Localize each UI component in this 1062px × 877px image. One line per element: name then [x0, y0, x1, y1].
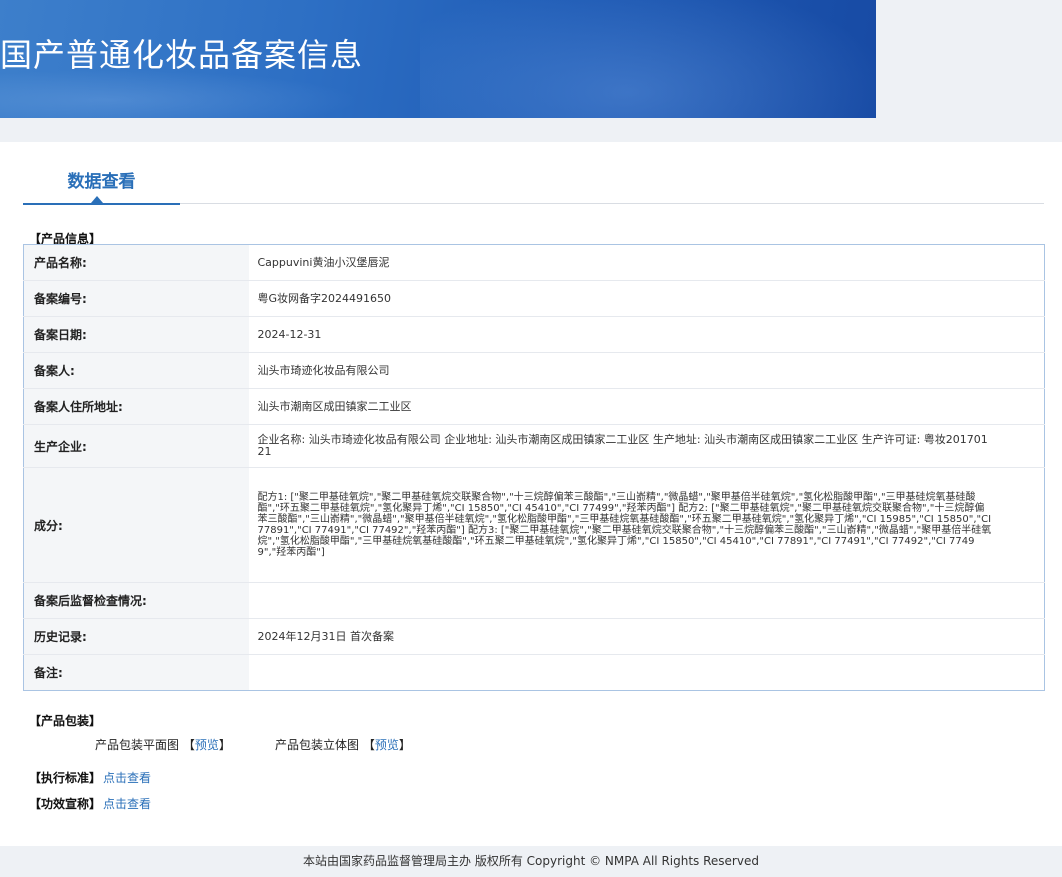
- tab-bar: 数据查看: [23, 158, 1044, 206]
- row-label: 生产企业:: [23, 424, 249, 468]
- table-row: 备案编号: 粤G妆网备字2024491650: [23, 280, 1045, 317]
- claims-view-link[interactable]: 点击查看: [103, 795, 151, 812]
- table-row: 备注:: [23, 654, 1045, 691]
- package-solid-item: 产品包装立体图 【预览】: [275, 736, 411, 753]
- row-value: 配方1: ["聚二甲基硅氧烷","聚二甲基硅氧烷交联聚合物","十三烷醇偏苯三酸…: [248, 467, 1045, 583]
- table-row: 生产企业: 企业名称: 汕头市琦迹化妆品有限公司 企业地址: 汕头市潮南区成田镇…: [23, 424, 1045, 468]
- row-label: 备案人:: [23, 352, 249, 389]
- row-label: 备案后监督检查情况:: [23, 582, 249, 619]
- row-value: 粤G妆网备字2024491650: [248, 280, 1045, 317]
- table-row: 备案人住所地址: 汕头市潮南区成田镇家二工业区: [23, 388, 1045, 425]
- bracket-close: 】: [218, 738, 231, 752]
- bracket-close: 】: [398, 738, 411, 752]
- page-title: 国产普通化妆品备案信息: [0, 36, 364, 74]
- standard-heading: 【执行标准】: [29, 771, 102, 785]
- row-label: 备案编号:: [23, 280, 249, 317]
- footer-copyright: 本站由国家药品监督管理局主办 版权所有 Copyright © NMPA All…: [303, 854, 759, 868]
- standard-view-link[interactable]: 点击查看: [103, 769, 151, 786]
- table-row: 产品名称: Cappuvini黄油小汉堡唇泥: [23, 244, 1045, 281]
- row-value: 2024年12月31日 首次备案: [248, 618, 1045, 655]
- table-row: 成分: 配方1: ["聚二甲基硅氧烷","聚二甲基硅氧烷交联聚合物","十三烷醇…: [23, 467, 1045, 583]
- table-row: 历史记录: 2024年12月31日 首次备案: [23, 618, 1045, 655]
- bracket-open: 【: [182, 738, 195, 752]
- table-row: 备案人: 汕头市琦迹化妆品有限公司: [23, 352, 1045, 389]
- row-label: 备案日期:: [23, 316, 249, 353]
- row-label: 备注:: [23, 654, 249, 691]
- row-value: 2024-12-31: [248, 316, 1045, 353]
- bracket-open: 【: [362, 738, 375, 752]
- row-value: 汕头市潮南区成田镇家二工业区: [248, 388, 1045, 425]
- claims-heading: 【功效宣称】: [29, 797, 102, 811]
- table-row: 备案日期: 2024-12-31: [23, 316, 1045, 353]
- package-flat-preview-link[interactable]: 预览: [195, 738, 219, 752]
- tab-data-view-label: 数据查看: [67, 172, 136, 192]
- package-flat-label: 产品包装平面图: [95, 738, 180, 752]
- row-value: 企业名称: 汕头市琦迹化妆品有限公司 企业地址: 汕头市潮南区成田镇家二工业区 …: [248, 424, 1045, 468]
- row-value: [249, 655, 1045, 691]
- header-banner: 国产普通化妆品备案信息: [0, 0, 876, 118]
- row-value: [248, 582, 1045, 619]
- product-info-table: 产品名称: Cappuvini黄油小汉堡唇泥 备案编号: 粤G妆网备字20244…: [23, 244, 1045, 691]
- row-value: 汕头市琦迹化妆品有限公司: [248, 352, 1045, 389]
- row-value: Cappuvini黄油小汉堡唇泥: [248, 244, 1045, 281]
- row-label: 成分:: [23, 467, 249, 583]
- package-solid-label: 产品包装立体图: [275, 738, 360, 752]
- packaging-heading: 【产品包装】: [29, 714, 102, 728]
- row-label: 备案人住所地址:: [23, 388, 249, 425]
- row-label: 历史记录:: [23, 618, 249, 655]
- package-flat-item: 产品包装平面图 【预览】: [95, 736, 231, 753]
- row-label: 产品名称:: [23, 244, 249, 281]
- table-row: 备案后监督检查情况:: [23, 582, 1045, 619]
- package-solid-preview-link[interactable]: 预览: [375, 738, 399, 752]
- footer: 本站由国家药品监督管理局主办 版权所有 Copyright © NMPA All…: [0, 846, 1062, 877]
- tab-caret-icon: [91, 196, 103, 203]
